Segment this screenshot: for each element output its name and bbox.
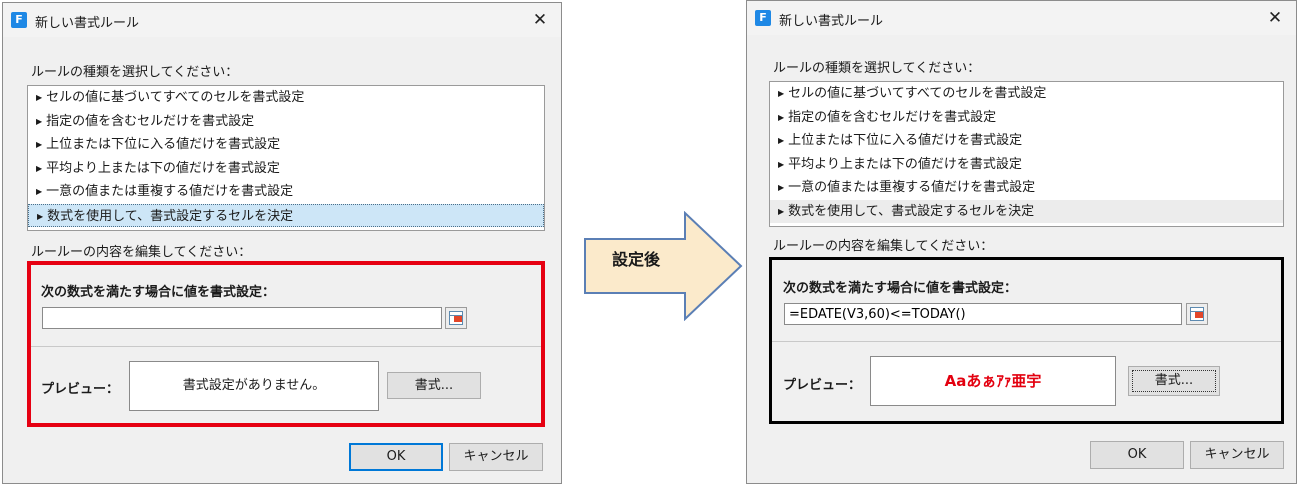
app-icon: F — [11, 12, 27, 28]
rule-type-label: ルールの種類を選択してください： — [773, 61, 981, 76]
preview-box: 書式設定がありません。 — [129, 361, 379, 411]
triangle-right-icon: ▶ — [778, 159, 785, 169]
range-reference-icon[interactable] — [1186, 303, 1208, 325]
rule-type-label-text: 数式を使用して、書式設定するセルを決定 — [788, 203, 1035, 219]
formula-label: 次の数式を満たす場合に値を書式設定： — [41, 285, 276, 300]
formula-input[interactable] — [784, 303, 1182, 325]
dialog-title: 新しい書式ルール — [35, 16, 140, 31]
ok-button[interactable]: OK — [1090, 441, 1184, 469]
rule-type-label-text: 上位または下位に入る値だけを書式設定 — [46, 137, 281, 152]
triangle-right-icon: ▶ — [778, 136, 785, 145]
rule-type-item[interactable]: ▶ 指定の値を含むセルだけを書式設定 — [770, 106, 1283, 130]
format-button[interactable]: 書式... — [1128, 366, 1220, 396]
cancel-button[interactable]: キャンセル — [449, 443, 543, 471]
triangle-right-icon: ▶ — [36, 187, 43, 196]
rule-description-highlight: 次の数式を満たす場合に値を書式設定： プレビュー： Aaあぁｱｧ亜宇 書式... — [769, 257, 1284, 424]
rule-type-item[interactable]: ▶ 一意の値または重複する値だけを書式設定 — [28, 180, 544, 204]
rule-description-highlight: 次の数式を満たす場合に値を書式設定： プレビュー： 書式設定がありません。 書式… — [27, 261, 545, 427]
rule-type-item[interactable]: ▶ 指定の値を含むセルだけを書式設定 — [28, 110, 544, 134]
triangle-right-icon: ▶ — [36, 116, 43, 126]
rule-type-label: ルールの種類を選択してください： — [31, 65, 239, 80]
divider — [31, 346, 541, 347]
triangle-right-icon: ▶ — [36, 140, 43, 149]
rule-type-label-text: 指定の値を含むセルだけを書式設定 — [788, 109, 997, 125]
triangle-right-icon: ▶ — [778, 183, 785, 192]
rule-type-list: ▶ セルの値に基づいてすべてのセルを書式設定 ▶ 指定の値を含むセルだけを書式設定 … — [769, 81, 1284, 227]
rule-type-label-text: 一意の値または重複する値だけを書式設定 — [788, 180, 1036, 195]
edit-rule-label: ルールーの内容を編集してください： — [773, 239, 994, 254]
dialog-after: F 新しい書式ルール ✕ ルールの種類を選択してください： ▶ セルの値に基づいて… — [746, 0, 1297, 484]
dialog-before: F 新しい書式ルール ✕ ルールの種類を選択してください： ▶ セルの値に基づいて… — [2, 2, 562, 484]
rule-type-item[interactable]: ▶ セルの値に基づいてすべてのセルを書式設定 — [770, 82, 1283, 106]
rule-type-list: ▶ セルの値に基づいてすべてのセルを書式設定 ▶ 指定の値を含むセルだけを書式設定 … — [27, 85, 545, 231]
rule-type-label-text: セルの値に基づいてすべてのセルを書式設定 — [46, 90, 305, 105]
rule-type-item-selected[interactable]: ▶ 数式を使用して、書式設定するセルを決定 — [28, 203, 544, 227]
preview-text: 書式設定がありません。 — [182, 378, 326, 393]
formula-label: 次の数式を満たす場合に値を書式設定： — [783, 281, 1018, 296]
rule-type-label-text: セルの値に基づいてすべてのセルを書式設定 — [788, 86, 1047, 101]
triangle-right-icon: ▶ — [37, 211, 44, 221]
triangle-right-icon: ▶ — [778, 89, 785, 98]
arrow-right-icon — [584, 211, 743, 321]
title-bar: F 新しい書式ルール ✕ — [747, 1, 1296, 35]
ok-button[interactable]: OK — [349, 443, 443, 471]
rule-type-item[interactable]: ▶ セルの値に基づいてすべてのセルを書式設定 — [28, 86, 544, 110]
preview-label: プレビュー： — [41, 382, 120, 397]
rule-type-label-text: 指定の値を含むセルだけを書式設定 — [46, 113, 255, 129]
format-button[interactable]: 書式... — [387, 372, 481, 399]
triangle-right-icon: ▶ — [778, 206, 785, 216]
cancel-button[interactable]: キャンセル — [1190, 441, 1284, 469]
triangle-right-icon: ▶ — [36, 163, 43, 173]
range-reference-icon[interactable] — [445, 307, 467, 329]
rule-type-item[interactable]: ▶ 平均より上または下の値だけを書式設定 — [28, 157, 544, 181]
rule-type-item[interactable]: ▶ 一意の値または重複する値だけを書式設定 — [770, 176, 1283, 200]
formula-input[interactable] — [42, 307, 442, 329]
rule-type-label-text: 一意の値または重複する値だけを書式設定 — [46, 184, 294, 199]
preview-label: プレビュー： — [783, 378, 862, 393]
app-icon: F — [755, 10, 771, 26]
preview-text: Aaあぁｱｧ亜宇 — [944, 372, 1042, 390]
triangle-right-icon: ▶ — [778, 112, 785, 122]
rule-type-label-text: 平均より上または下の値だけを書式設定 — [46, 160, 280, 176]
close-icon[interactable]: ✕ — [525, 7, 555, 33]
divider — [772, 341, 1281, 342]
close-icon[interactable]: ✕ — [1260, 5, 1290, 31]
preview-box: Aaあぁｱｧ亜宇 — [870, 356, 1116, 406]
transition-label: 設定後 — [612, 250, 661, 269]
rule-type-label-text: 平均より上または下の値だけを書式設定 — [788, 156, 1022, 172]
rule-type-item[interactable]: ▶ 上位または下位に入る値だけを書式設定 — [770, 129, 1283, 153]
edit-rule-label: ルールーの内容を編集してください： — [31, 245, 252, 260]
rule-type-label-text: 数式を使用して、書式設定するセルを決定 — [47, 208, 294, 224]
rule-type-item-selected[interactable]: ▶ 数式を使用して、書式設定するセルを決定 — [770, 199, 1283, 223]
title-bar: F 新しい書式ルール ✕ — [3, 3, 561, 37]
dialog-title: 新しい書式ルール — [779, 14, 884, 29]
rule-type-item[interactable]: ▶ 上位または下位に入る値だけを書式設定 — [28, 133, 544, 157]
rule-type-item[interactable]: ▶ 平均より上または下の値だけを書式設定 — [770, 153, 1283, 177]
triangle-right-icon: ▶ — [36, 93, 43, 102]
rule-type-label-text: 上位または下位に入る値だけを書式設定 — [788, 133, 1023, 148]
